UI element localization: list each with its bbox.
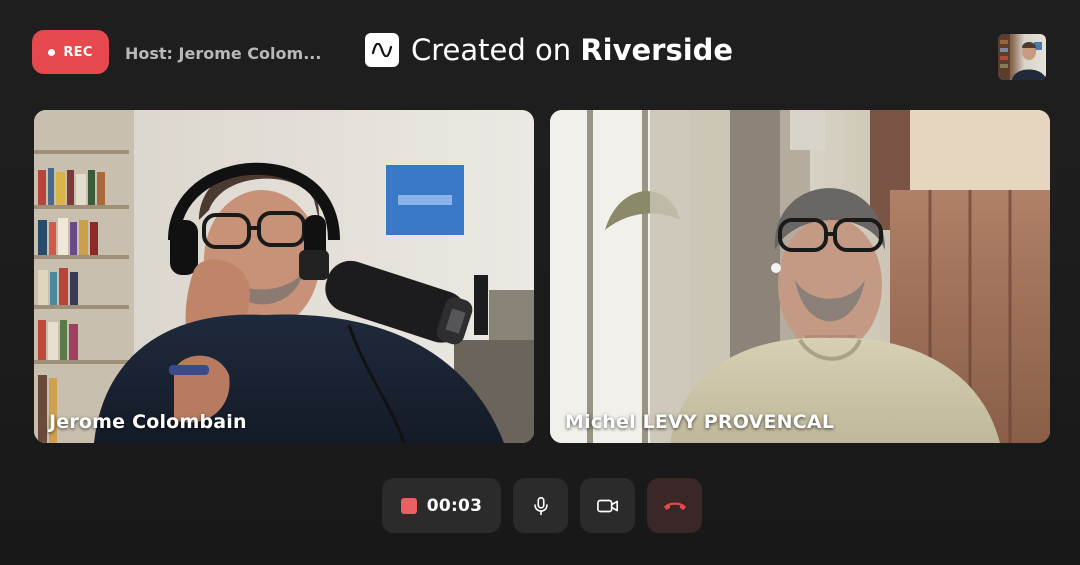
participant-tile-michel[interactable]: Michel LEVY PROVENCAL xyxy=(550,110,1050,443)
microphone-icon xyxy=(533,496,548,515)
riverside-logo-icon xyxy=(365,33,399,67)
rec-dot-icon xyxy=(48,48,56,56)
participant-video-jerome xyxy=(34,110,534,443)
leave-call-button[interactable] xyxy=(647,478,702,533)
participant-name: Jerome Colombain xyxy=(49,411,247,433)
brand: Created on Riverside xyxy=(365,33,733,67)
self-view-thumbnail[interactable] xyxy=(998,34,1046,80)
brand-prefix: Created on xyxy=(411,33,572,67)
phone-hangup-icon xyxy=(663,502,686,510)
participant-name: Michel LEVY PROVENCAL xyxy=(565,411,835,433)
camera-button[interactable] xyxy=(580,478,635,533)
participant-tile-jerome[interactable]: Jerome Colombain xyxy=(34,110,534,443)
participant-video-michel xyxy=(550,110,1050,443)
host-label: Host: Jerome Colom... xyxy=(125,44,322,63)
brand-text: Created on Riverside xyxy=(411,33,733,67)
call-controls: 00:03 xyxy=(382,478,702,533)
rec-label: REC xyxy=(63,44,93,60)
microphone-button[interactable] xyxy=(513,478,568,533)
brand-name: Riverside xyxy=(580,33,734,67)
recording-timer: 00:03 xyxy=(426,495,483,516)
rec-badge[interactable]: REC xyxy=(32,30,109,74)
stop-recording-button[interactable]: 00:03 xyxy=(382,478,501,533)
video-camera-icon xyxy=(596,499,618,512)
stop-icon xyxy=(400,497,417,514)
